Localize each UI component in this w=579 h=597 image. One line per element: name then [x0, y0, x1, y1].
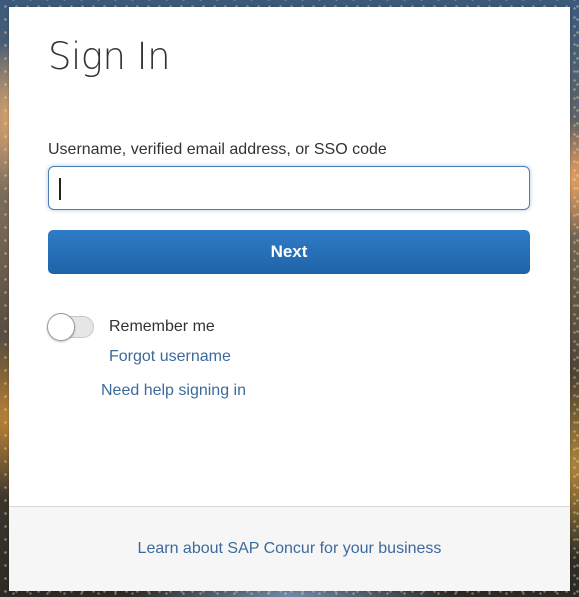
username-input[interactable] — [48, 166, 530, 210]
remember-me-label: Remember me — [109, 318, 215, 335]
toggle-knob — [47, 313, 75, 341]
remember-me-toggle[interactable] — [47, 313, 94, 341]
username-label: Username, verified email address, or SSO… — [48, 141, 387, 158]
footer: Learn about SAP Concur for your business — [9, 506, 570, 591]
next-button[interactable]: Next — [48, 230, 530, 274]
learn-about-sap-concur-link[interactable]: Learn about SAP Concur for your business — [9, 540, 570, 558]
text-caret — [59, 178, 61, 200]
forgot-username-link[interactable]: Forgot username — [109, 348, 231, 366]
sign-in-card: Sign In Username, verified email address… — [9, 7, 570, 591]
need-help-link[interactable]: Need help signing in — [101, 382, 246, 400]
page-title: Sign In — [48, 35, 171, 78]
